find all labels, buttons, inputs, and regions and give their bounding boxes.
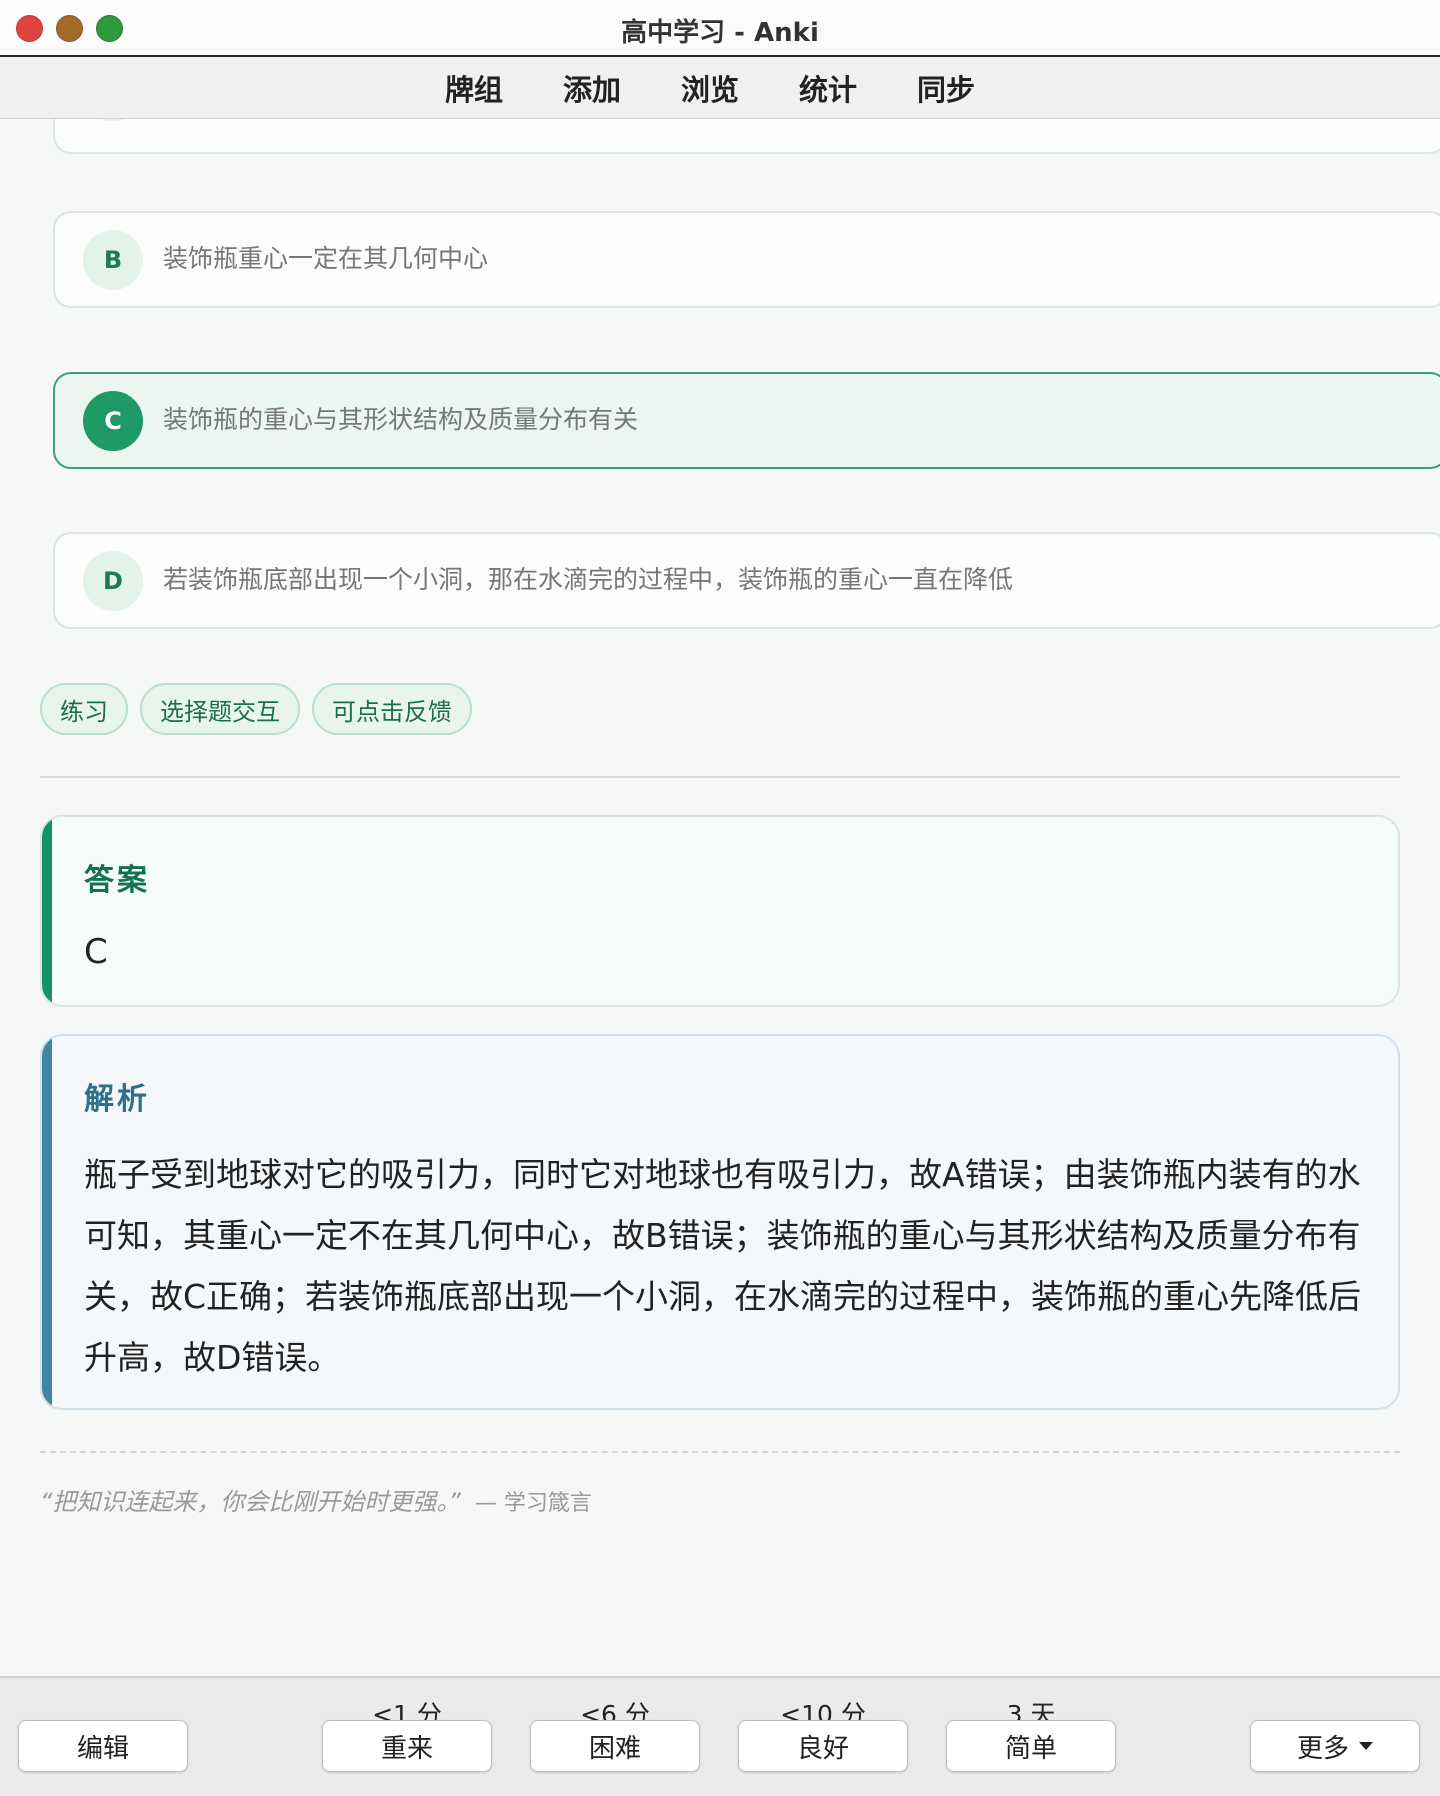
edit-button[interactable]: 编辑 <box>18 1720 188 1772</box>
option-text: 装饰瓶重心一定在其几何中心 <box>163 244 489 273</box>
more-label: 更多 <box>1296 1733 1349 1764</box>
quote-text: “把知识连起来，你会比刚开始时更强。” <box>40 1488 461 1516</box>
answer-card: 答案 C <box>40 815 1400 1007</box>
option-c[interactable]: C 装饰瓶的重心与其形状结构及质量分布有关 <box>53 372 1440 469</box>
title-bar: 高中学习 - Anki <box>0 0 1440 57</box>
analysis-card: 解析 瓶子受到地球对它的吸引力，同时它对地球也有吸引力，故A错误；由装饰瓶内装有… <box>40 1034 1400 1410</box>
analysis-heading: 解析 <box>84 1082 150 1117</box>
option-a-letter-circle <box>83 119 143 121</box>
option-letter: B <box>83 230 143 290</box>
answer-value: C <box>84 932 108 972</box>
tag-chip[interactable]: 选择题交互 <box>140 683 300 735</box>
review-bottom-bar: 编辑 <1 分 重来 <6 分 困难 <10 分 良好 3 天 简单 更多 <box>0 1676 1440 1796</box>
again-button[interactable]: 重来 <box>322 1720 492 1772</box>
quote-source: — 学习箴言 <box>474 1491 592 1516</box>
tag-chip[interactable]: 可点击反馈 <box>312 683 472 735</box>
option-text: 装饰瓶的重心与其形状结构及质量分布有关 <box>163 405 639 434</box>
toolbar-stats[interactable]: 统计 <box>797 67 859 109</box>
analysis-accent-bar <box>42 1036 52 1408</box>
section-divider <box>40 776 1400 778</box>
tag-chip[interactable]: 练习 <box>40 683 128 735</box>
toolbar-add[interactable]: 添加 <box>561 67 623 109</box>
option-d[interactable]: D 若装饰瓶底部出现一个小洞，那在水滴完的过程中，装饰瓶的重心一直在降低 <box>53 532 1440 629</box>
good-button[interactable]: 良好 <box>738 1720 908 1772</box>
toolbar-browse[interactable]: 浏览 <box>679 67 741 109</box>
tag-list: 练习 选择题交互 可点击反馈 <box>40 683 472 735</box>
answer-heading: 答案 <box>84 863 150 898</box>
toolbar-decks[interactable]: 牌组 <box>443 67 505 109</box>
anki-window: 高中学习 - Anki 牌组 添加 浏览 统计 同步 B 装饰瓶重心一定在其几何… <box>0 0 1440 1796</box>
card-content[interactable]: B 装饰瓶重心一定在其几何中心 C 装饰瓶的重心与其形状结构及质量分布有关 D … <box>0 119 1440 1675</box>
toolbar-sync[interactable]: 同步 <box>915 67 977 109</box>
answer-accent-bar <box>42 817 52 1005</box>
quote-divider <box>40 1451 1400 1453</box>
caret-down-icon <box>1359 1742 1373 1750</box>
main-toolbar: 牌组 添加 浏览 统计 同步 <box>0 57 1440 119</box>
option-text: 若装饰瓶底部出现一个小洞，那在水滴完的过程中，装饰瓶的重心一直在降低 <box>163 565 1014 594</box>
hard-button[interactable]: 困难 <box>530 1720 700 1772</box>
option-letter: C <box>83 391 143 451</box>
window-title: 高中学习 - Anki <box>621 18 819 48</box>
option-a[interactable] <box>53 119 1440 154</box>
option-letter: D <box>83 551 143 611</box>
option-b[interactable]: B 装饰瓶重心一定在其几何中心 <box>53 211 1440 308</box>
analysis-body: 瓶子受到地球对它的吸引力，同时它对地球也有吸引力，故A错误；由装饰瓶内装有的水可… <box>84 1155 1362 1377</box>
easy-button[interactable]: 简单 <box>946 1720 1116 1772</box>
footer-quote: “把知识连起来，你会比刚开始时更强。” — 学习箴言 <box>40 1482 592 1517</box>
more-button[interactable]: 更多 <box>1250 1720 1420 1772</box>
